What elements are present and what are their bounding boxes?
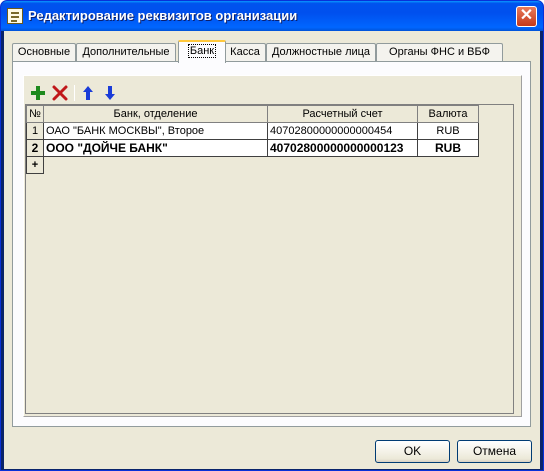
toolbar-separator: [74, 85, 75, 101]
cell-currency[interactable]: RUB: [417, 139, 479, 157]
title-bar[interactable]: Редактирование реквизитов организации ✕: [1, 1, 543, 31]
row-number: 1: [26, 122, 44, 140]
tab-tax-authorities[interactable]: Органы ФНС и ВБФ: [376, 43, 503, 62]
app-icon: [7, 8, 23, 24]
header-account[interactable]: Расчетный счет: [267, 105, 418, 123]
tab-label: Касса: [230, 46, 260, 58]
header-bank[interactable]: Банк, отделение: [43, 105, 268, 123]
bank-accounts-table: № Банк, отделение Расчетный счет Валюта …: [26, 105, 479, 174]
tab-label: Банк: [187, 44, 217, 58]
cell-account[interactable]: 40702800000000000454: [267, 122, 418, 140]
move-down-button[interactable]: [100, 83, 120, 103]
x-icon: [52, 85, 68, 101]
tab-panel-bank: № Банк, отделение Расчетный счет Валюта …: [12, 61, 531, 427]
tab-label: Дополнительные: [82, 46, 170, 58]
arrow-down-icon: [105, 86, 115, 100]
cell-bank[interactable]: ООО "ДОЙЧЕ БАНК": [43, 139, 268, 157]
add-row-button[interactable]: [28, 83, 48, 103]
tab-main[interactable]: Основные: [12, 43, 76, 62]
arrow-up-icon: [83, 86, 93, 100]
tab-label: Основные: [17, 46, 71, 58]
close-button[interactable]: ✕: [516, 6, 537, 27]
dialog-window: Редактирование реквизитов организации ✕ …: [0, 0, 544, 471]
close-icon: ✕: [519, 7, 534, 24]
plus-icon: [31, 86, 45, 100]
dialog-body: Основные Дополнительные Банк Касса Должн…: [4, 31, 540, 469]
cell-account[interactable]: 40702800000000000123: [267, 139, 418, 157]
window-title: Редактирование реквизитов организации: [28, 8, 298, 23]
row-number: 2: [26, 139, 44, 157]
tab-label: Должностные лица: [271, 46, 371, 58]
tab-additional[interactable]: Дополнительные: [76, 43, 176, 62]
tab-officials[interactable]: Должностные лица: [266, 43, 376, 62]
table-row[interactable]: 1 ОАО "БАНК МОСКВЫ", Второе 407028000000…: [26, 122, 479, 140]
bank-accounts-grid[interactable]: № Банк, отделение Расчетный счет Валюта …: [25, 104, 514, 414]
header-currency[interactable]: Валюта: [417, 105, 479, 123]
cell-bank[interactable]: ОАО "БАНК МОСКВЫ", Второе: [43, 122, 268, 140]
table-header-row: № Банк, отделение Расчетный счет Валюта: [26, 105, 479, 123]
delete-row-button[interactable]: [50, 83, 70, 103]
table-row[interactable]: 2 ООО "ДОЙЧЕ БАНК" 40702800000000000123 …: [26, 139, 479, 157]
tab-cash[interactable]: Касса: [224, 43, 266, 62]
new-row[interactable]: +: [26, 156, 479, 174]
tab-bank[interactable]: Банк: [178, 40, 226, 63]
bank-frame: № Банк, отделение Расчетный счет Валюта …: [23, 75, 522, 417]
tab-label: Органы ФНС и ВБФ: [389, 46, 490, 58]
new-row-marker[interactable]: +: [26, 156, 44, 174]
move-up-button[interactable]: [78, 83, 98, 103]
ok-button[interactable]: OK: [375, 440, 450, 463]
cancel-button[interactable]: Отмена: [457, 440, 532, 463]
header-num[interactable]: №: [26, 105, 44, 123]
cell-currency[interactable]: RUB: [417, 122, 479, 140]
